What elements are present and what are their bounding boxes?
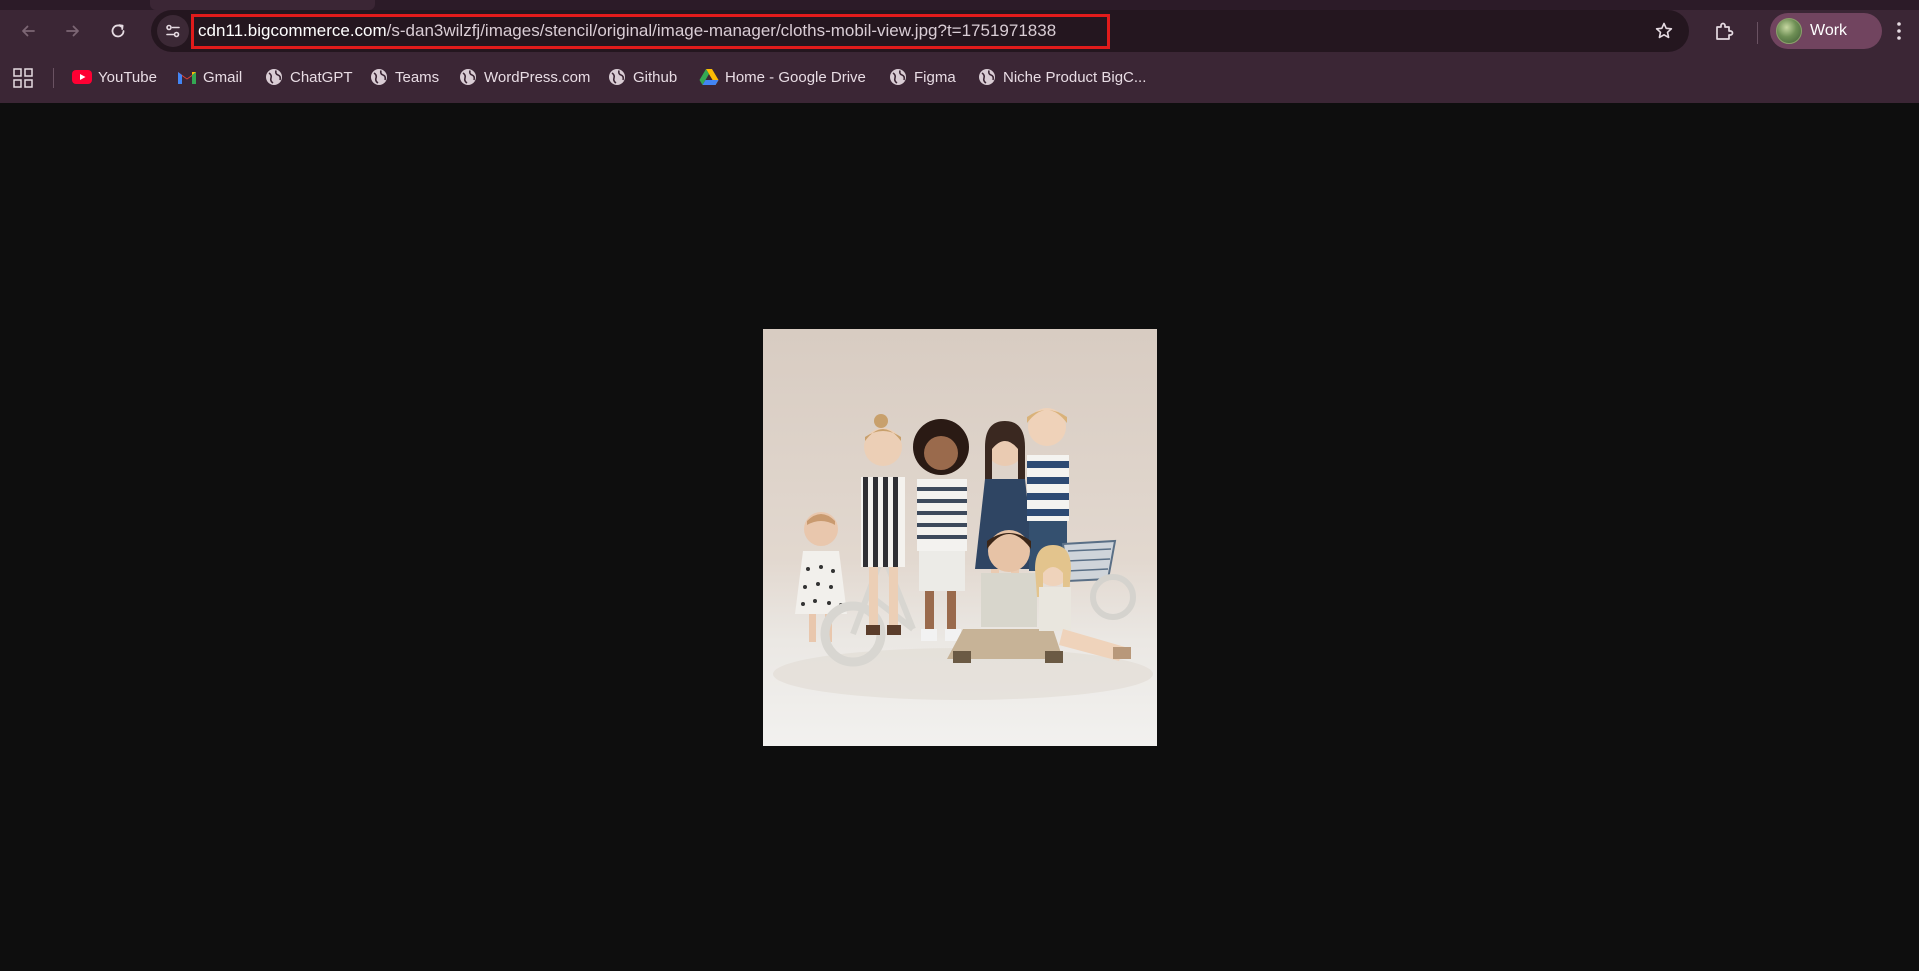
google-drive-icon: [699, 67, 719, 87]
child-figure: [913, 419, 969, 641]
bookmark-label: WordPress.com: [484, 68, 591, 86]
puzzle-icon: [1716, 22, 1734, 40]
bookmark-label: Figma: [914, 68, 956, 86]
globe-icon: [977, 67, 997, 87]
bookmark-label: Home - Google Drive: [725, 68, 866, 86]
toolbar-separator: [1757, 22, 1758, 44]
reload-button[interactable]: [101, 14, 135, 48]
profile-label: Work: [1810, 22, 1848, 39]
site-info-button[interactable]: [157, 15, 189, 47]
reload-icon: [111, 24, 125, 38]
bookmark-label: Teams: [395, 68, 440, 86]
bookmark-label: Github: [633, 68, 678, 86]
active-tab[interactable]: [150, 0, 375, 10]
globe-icon: [369, 67, 389, 87]
bookmark-niche-product[interactable]: Niche Product BigC...: [977, 63, 1146, 91]
url-host: cdn11.bigcommerce.com: [198, 21, 387, 40]
bookmark-label: Niche Product BigC...: [1003, 68, 1147, 86]
gmail-icon: [177, 67, 197, 87]
bookmark-youtube[interactable]: YouTube: [72, 63, 157, 91]
browser-menu-button[interactable]: [1882, 14, 1916, 48]
bookmark-github[interactable]: Github: [607, 63, 677, 91]
globe-icon: [458, 67, 478, 87]
page-content: [0, 103, 1919, 971]
tune-icon: [166, 24, 180, 38]
bookmark-star-button[interactable]: [1648, 15, 1680, 47]
star-icon: [1655, 22, 1673, 39]
profile-button[interactable]: Work: [1770, 13, 1882, 49]
bookmark-label: Gmail: [203, 68, 243, 86]
arrow-right-icon: [66, 25, 79, 37]
bookmark-gmail[interactable]: Gmail: [177, 63, 242, 91]
avatar: [1776, 18, 1802, 44]
forward-button[interactable]: [56, 14, 90, 48]
child-figure: [795, 512, 847, 642]
url-path: /s-dan3wilzfj/images/stencil/original/im…: [386, 21, 1057, 40]
youtube-icon: [72, 67, 92, 87]
bookmark-chatgpt[interactable]: ChatGPT: [264, 63, 353, 91]
globe-icon: [607, 67, 627, 87]
apps-grid-icon[interactable]: [12, 67, 34, 89]
bookmark-label: ChatGPT: [290, 68, 353, 86]
globe-icon: [888, 67, 908, 87]
bookmarks-bar: YouTube Gmail ChatGPT Teams WordPress.co…: [0, 60, 1919, 94]
globe-icon: [264, 67, 284, 87]
browser-chrome: cdn11.bigcommerce.com/s-dan3wilzfj/image…: [0, 0, 1919, 103]
photo-illustration: [773, 408, 1153, 700]
back-button[interactable]: [11, 14, 45, 48]
bookmark-label: YouTube: [98, 68, 157, 86]
toolbar: cdn11.bigcommerce.com/s-dan3wilzfj/image…: [0, 10, 1919, 52]
url-text[interactable]: cdn11.bigcommerce.com/s-dan3wilzfj/image…: [198, 20, 1056, 42]
bookmark-google-drive[interactable]: Home - Google Drive: [699, 63, 866, 91]
kebab-menu-icon: [1897, 22, 1901, 40]
bookmark-teams[interactable]: Teams: [369, 63, 439, 91]
basket-figure: [1061, 539, 1136, 620]
address-bar[interactable]: cdn11.bigcommerce.com/s-dan3wilzfj/image…: [151, 10, 1689, 52]
child-figure: [975, 421, 1035, 599]
bookmark-figma[interactable]: Figma: [888, 63, 956, 91]
arrow-left-icon: [22, 25, 35, 37]
bookmark-wordpress[interactable]: WordPress.com: [458, 63, 590, 91]
extensions-button[interactable]: [1707, 14, 1741, 48]
bookmarks-separator: [53, 68, 54, 88]
children-clothing-photo[interactable]: [763, 329, 1157, 746]
